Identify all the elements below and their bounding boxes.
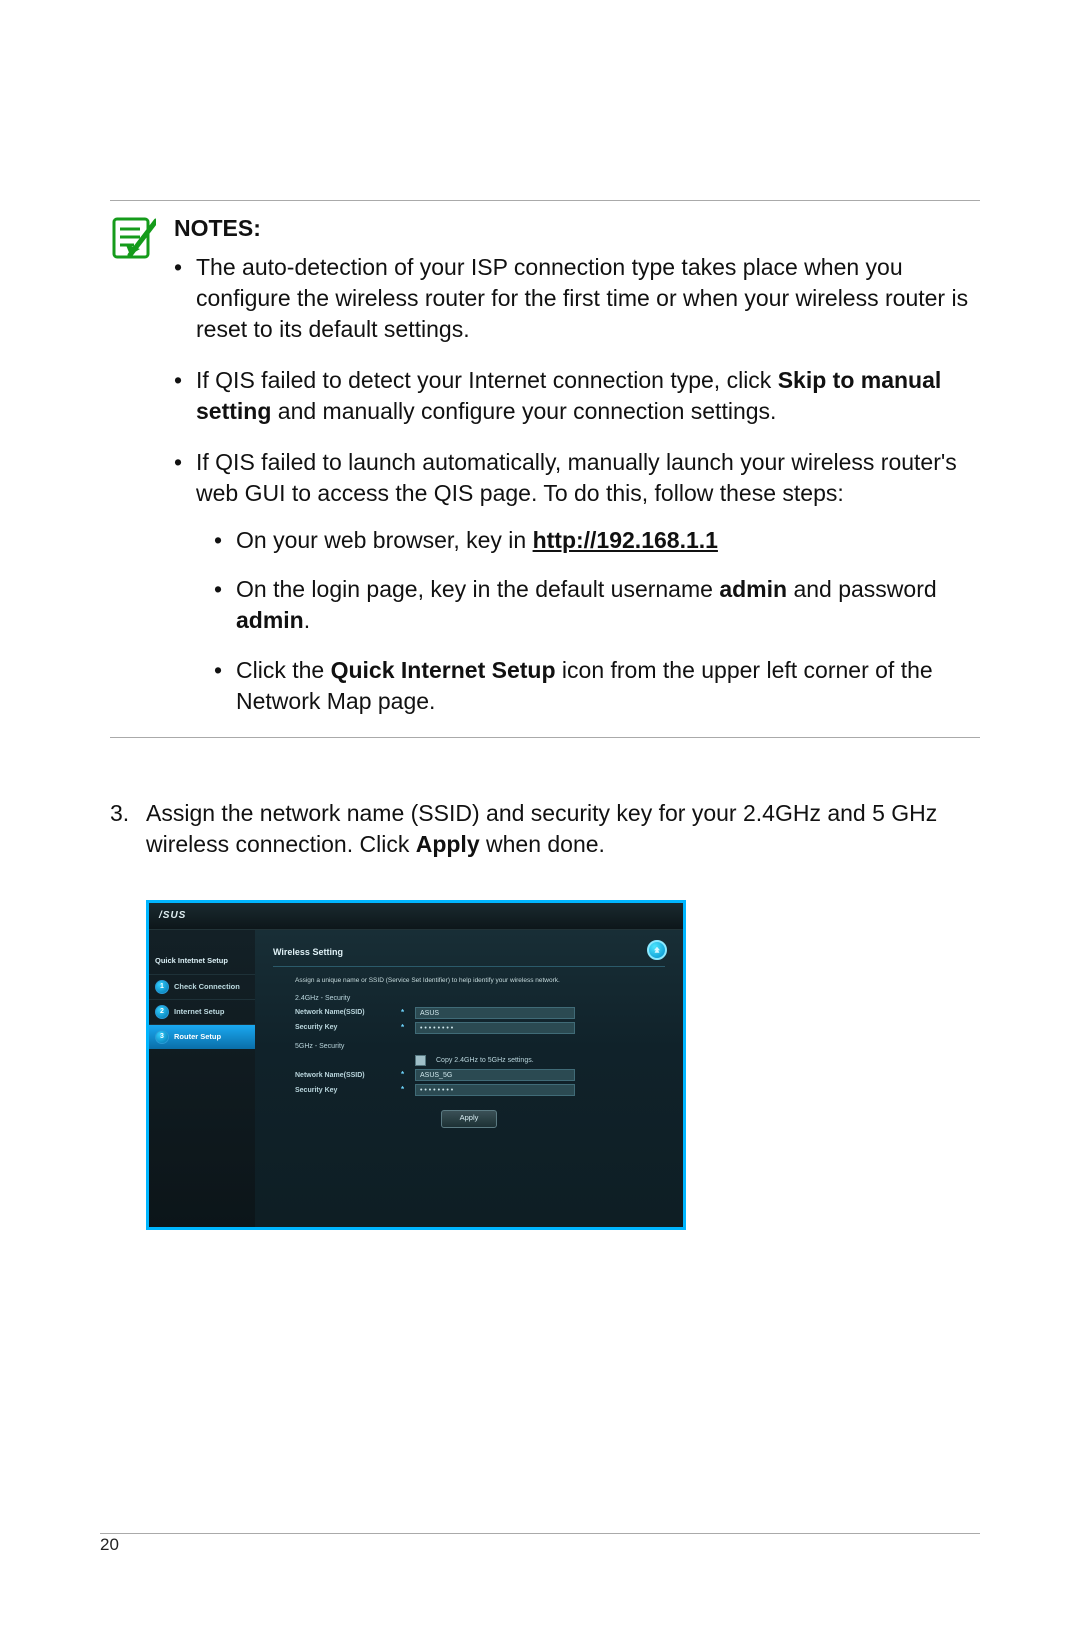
step-3: 3. Assign the network name (SSID) and se… — [110, 798, 980, 1230]
field-row-ssid-5: Network Name(SSID) * ASUS_5G — [295, 1069, 665, 1081]
note-item: If QIS failed to launch automatically, m… — [174, 447, 980, 716]
note-text: If QIS failed to detect your Internet co… — [196, 367, 778, 393]
note-text: . — [304, 607, 310, 633]
note-text: On the login page, key in the default us… — [236, 576, 719, 602]
notes-icon — [110, 213, 156, 737]
field-label: Security Key — [295, 1086, 395, 1095]
note-text: Click the — [236, 657, 331, 683]
notes-heading: NOTES — [174, 215, 253, 241]
page-footer: 20 — [100, 1533, 980, 1557]
panel-instruction: Assign a unique name or SSID (Service Se… — [295, 977, 665, 986]
note-text: and password — [787, 576, 937, 602]
step-number: 3. — [110, 798, 146, 860]
required-icon: * — [401, 1070, 409, 1081]
notes-sublist: On your web browser, key in http://192.1… — [196, 525, 980, 716]
copy-checkbox[interactable] — [415, 1055, 426, 1066]
sidebar-item-internet-setup[interactable]: 2 Internet Setup — [149, 999, 255, 1024]
note-sub-item: On the login page, key in the default us… — [214, 574, 980, 636]
notes-block: NOTES: The auto-detection of your ISP co… — [110, 201, 980, 737]
required-icon: * — [401, 1008, 409, 1019]
step-badge-icon: 1 — [155, 980, 169, 994]
apply-button[interactable]: Apply — [441, 1110, 497, 1128]
note-bold: admin — [236, 607, 304, 633]
page-number: 20 — [100, 1534, 980, 1557]
note-text: If QIS failed to launch automatically, m… — [196, 449, 957, 506]
field-label: Security Key — [295, 1023, 395, 1032]
step-badge-icon: 3 — [155, 1030, 169, 1044]
router-icon[interactable] — [647, 940, 667, 960]
field-row-copy: Copy 2.4GHz to 5GHz settings. — [295, 1055, 665, 1066]
note-sub-item: Click the Quick Internet Setup icon from… — [214, 655, 980, 717]
sidebar-item-check-connection[interactable]: 1 Check Connection — [149, 974, 255, 999]
key-24-input[interactable]: • • • • • • • • — [415, 1022, 575, 1034]
field-row-ssid-24: Network Name(SSID) * ASUS — [295, 1007, 665, 1019]
router-sidebar: Quick Intetnet Setup 1 Check Connection … — [149, 930, 255, 1228]
asus-logo: /SUS — [149, 903, 196, 929]
note-bold: Quick Internet Setup — [331, 657, 556, 683]
field-row-key-5: Security Key * • • • • • • • • — [295, 1084, 665, 1096]
panel-title: Wireless Setting — [273, 946, 665, 967]
sidebar-item-label: Internet Setup — [174, 1007, 224, 1017]
router-topbar: /SUS — [149, 903, 683, 930]
sidebar-item-label: Check Connection — [174, 982, 240, 992]
note-item: If QIS failed to detect your Internet co… — [174, 365, 980, 427]
step-text-part: when done. — [480, 831, 605, 857]
note-text: On your web browser, key in — [236, 527, 533, 553]
note-item: The auto-detection of your ISP connectio… — [174, 252, 980, 345]
router-screenshot: /SUS Quick Intetnet Setup 1 Check Connec… — [146, 900, 686, 1230]
step-bold: Apply — [416, 831, 480, 857]
step-badge-icon: 2 — [155, 1005, 169, 1019]
note-text: and manually configure your connection s… — [271, 398, 776, 424]
ssid-5-input[interactable]: ASUS_5G — [415, 1069, 575, 1081]
note-url: http://192.168.1.1 — [533, 527, 718, 553]
section-24ghz: 2.4GHz - Security — [295, 994, 665, 1003]
note-sub-item: On your web browser, key in http://192.1… — [214, 525, 980, 556]
field-label: Network Name(SSID) — [295, 1008, 395, 1017]
sidebar-item-label: Router Setup — [174, 1032, 221, 1042]
field-row-key-24: Security Key * • • • • • • • • — [295, 1022, 665, 1034]
sidebar-title: Quick Intetnet Setup — [149, 956, 255, 974]
required-icon: * — [401, 1085, 409, 1096]
note-text: The auto-detection of your ISP connectio… — [196, 254, 968, 342]
notes-list: The auto-detection of your ISP connectio… — [174, 252, 980, 717]
field-label: Network Name(SSID) — [295, 1071, 395, 1080]
key-5-input[interactable]: • • • • • • • • — [415, 1084, 575, 1096]
copy-checkbox-label: Copy 2.4GHz to 5GHz settings. — [436, 1056, 534, 1065]
ssid-24-input[interactable]: ASUS — [415, 1007, 575, 1019]
router-content-panel: Wireless Setting Assign a unique name or… — [255, 930, 683, 1228]
note-bold: admin — [719, 576, 787, 602]
sidebar-item-router-setup[interactable]: 3 Router Setup — [149, 1024, 255, 1049]
step-text: Assign the network name (SSID) and secur… — [146, 798, 980, 860]
required-icon: * — [401, 1023, 409, 1034]
notes-bottom-rule — [110, 737, 980, 738]
section-5ghz: 5GHz - Security — [295, 1042, 665, 1051]
